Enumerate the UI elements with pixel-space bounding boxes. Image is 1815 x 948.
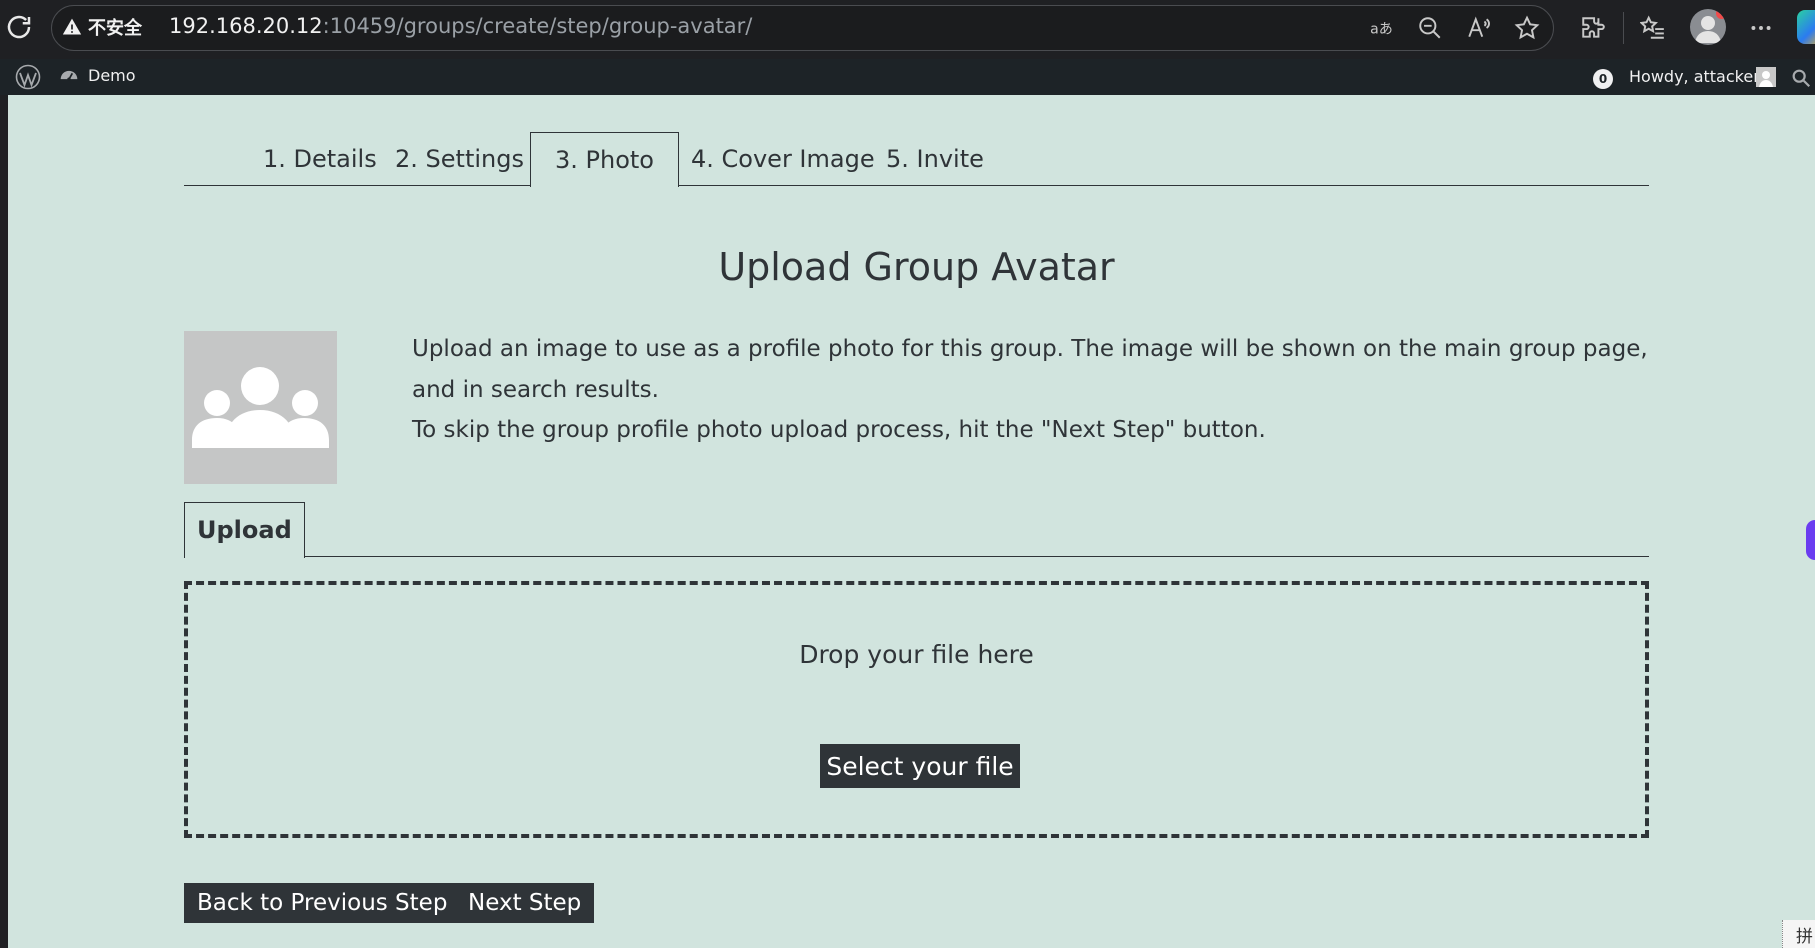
file-dropzone[interactable]: Drop your file here Select your file: [184, 581, 1649, 838]
page-content: 1. Details 2. Settings 3. Photo 4. Cover…: [8, 95, 1815, 948]
zoom-out-icon[interactable]: [1415, 13, 1445, 43]
group-creation-steps: 1. Details 2. Settings 3. Photo 4. Cover…: [184, 132, 1649, 187]
wp-admin-bar: Demo 0 Howdy, attacker1: [0, 59, 1815, 95]
step-photo-tab[interactable]: 3. Photo: [530, 132, 679, 187]
extensions-icon[interactable]: [1578, 13, 1608, 43]
group-avatar-placeholder: [184, 331, 337, 484]
toolbar-divider: [1623, 12, 1624, 44]
site-name-link[interactable]: Demo: [59, 65, 136, 85]
intro-description: Upload an image to use as a profile phot…: [412, 336, 1648, 403]
url-path: :10459/groups/create/step/group-avatar/: [322, 14, 753, 38]
ime-indicator: 拼: [1782, 920, 1815, 948]
security-indicator[interactable]: 不安全: [62, 13, 142, 41]
favorites-list-icon[interactable]: [1638, 13, 1668, 43]
reload-icon[interactable]: [4, 12, 34, 42]
howdy-user-link[interactable]: Howdy, attacker1: [1629, 67, 1770, 86]
translate-icon[interactable]: aあ: [1367, 13, 1397, 43]
user-avatar[interactable]: [1756, 67, 1776, 87]
next-step-button[interactable]: Next Step: [455, 883, 595, 923]
intro-skip-note: To skip the group profile photo upload p…: [412, 417, 1266, 443]
read-aloud-icon[interactable]: [1464, 13, 1494, 43]
favorite-star-icon[interactable]: [1512, 13, 1542, 43]
wordpress-logo-icon[interactable]: [15, 64, 41, 90]
upload-tab-bar: Upload: [184, 502, 1649, 558]
browser-toolbar: 不安全 192.168.20.12:10459/groups/create/st…: [0, 0, 1815, 59]
insecure-label: 不安全: [88, 18, 142, 39]
notification-count-badge[interactable]: 0: [1593, 69, 1613, 89]
profile-avatar[interactable]: [1690, 9, 1726, 45]
sidebar-toggle-handle[interactable]: [1806, 520, 1815, 560]
user-icon: [1759, 71, 1773, 87]
page-title: Upload Group Avatar: [718, 245, 1115, 289]
group-users-icon: [192, 367, 329, 448]
upload-tab[interactable]: Upload: [184, 502, 305, 558]
svg-text:aあ: aあ: [1370, 21, 1393, 37]
dashboard-icon: [60, 70, 78, 81]
warning-icon: [62, 18, 82, 35]
site-name: Demo: [88, 65, 136, 85]
intro-text: Upload an image to use as a profile phot…: [412, 329, 1649, 451]
step-details-tab[interactable]: 1. Details: [263, 132, 377, 186]
more-menu-icon[interactable]: [1746, 13, 1776, 43]
copilot-icon[interactable]: [1797, 10, 1815, 44]
drop-instructions: Drop your file here: [799, 640, 1034, 669]
select-file-button[interactable]: Select your file: [820, 744, 1020, 788]
search-icon[interactable]: [1790, 67, 1812, 89]
step-settings-tab[interactable]: 2. Settings: [395, 132, 524, 186]
notification-dot: [1716, 9, 1726, 19]
back-to-previous-step-button[interactable]: Back to Previous Step: [184, 883, 461, 923]
step-cover-image-tab[interactable]: 4. Cover Image: [691, 132, 875, 186]
url-text[interactable]: 192.168.20.12:10459/groups/create/step/g…: [169, 14, 752, 38]
step-invite-tab[interactable]: 5. Invite: [886, 132, 984, 186]
url-host: 192.168.20.12: [169, 14, 323, 38]
